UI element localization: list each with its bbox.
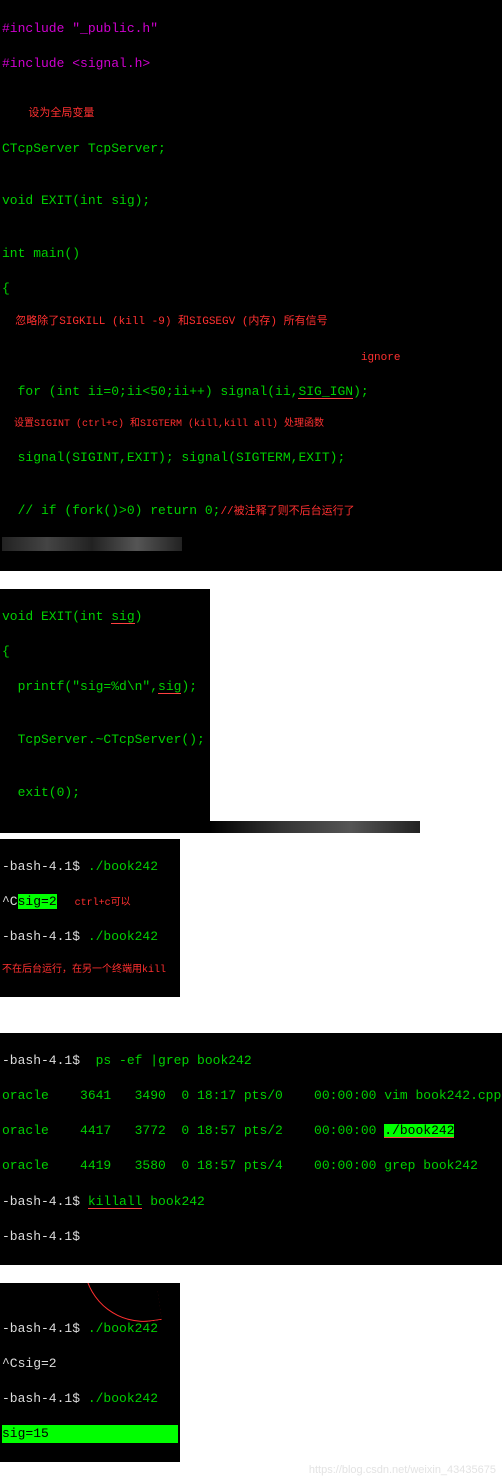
- output-line: ^Csig=2 ctrl+c可以: [2, 893, 178, 911]
- code-line: TcpServer.~CTcpServer();: [2, 731, 208, 749]
- code-frag: // if (fork()>0) return 0;: [2, 503, 220, 518]
- command[interactable]: ./book242: [88, 859, 158, 874]
- underlined: sig: [111, 610, 134, 624]
- underlined: SIG_IGN: [298, 385, 353, 399]
- terminal-pane-5: -bash-4.1$ ./book242 ^Csig=2 -bash-4.1$ …: [0, 1283, 180, 1462]
- code-frag: void EXIT(int: [2, 609, 111, 624]
- gap: [0, 1015, 502, 1033]
- annotation: 不在后台运行，在另一个终端用kill: [2, 964, 178, 978]
- code-line: CTcpServer TcpServer;: [2, 140, 500, 158]
- code-frag: );: [181, 679, 197, 694]
- command[interactable]: ./book242: [88, 1391, 158, 1406]
- annotation: 设为全局变量: [2, 107, 500, 122]
- gap: [0, 1265, 502, 1283]
- highlight: sig=2: [18, 894, 57, 909]
- code-frag: ): [135, 609, 143, 624]
- terminal-pane-4: -bash-4.1$ ps -ef |grep book242 oracle 3…: [0, 1033, 502, 1265]
- highlight: sig=15: [2, 1425, 178, 1443]
- code-line: for (int ii=0;ii<50;ii++) signal(ii,SIG_…: [2, 383, 500, 401]
- annotation: ignore: [361, 352, 401, 364]
- prompt: -bash-4.1$: [2, 1391, 88, 1406]
- output-line: ^Csig=2: [2, 1355, 178, 1373]
- output-line: oracle 3641 3490 0 18:17 pts/0 00:00:00 …: [2, 1087, 500, 1105]
- ps-row: oracle 4419 3580 0 18:57 pts/4 00:00:00: [2, 1158, 384, 1173]
- annotation: ctrl+c可以: [57, 898, 131, 909]
- prompt: -bash-4.1$: [2, 1053, 96, 1068]
- ps-row: oracle 4417 3772 0 18:57 pts/2 00:00:00: [2, 1123, 384, 1138]
- code-line: printf("sig=%d\n",sig);: [2, 678, 208, 696]
- prompt-line: -bash-4.1$ killall book242: [2, 1193, 500, 1211]
- code-frag: for (int ii=0;ii<50;ii++) signal(ii,: [2, 384, 298, 399]
- prompt: -bash-4.1$: [2, 1321, 88, 1336]
- include-line: #include <signal.h>: [2, 55, 500, 73]
- code-line: exit(0);: [2, 784, 208, 802]
- prompt: -bash-4.1$: [2, 859, 88, 874]
- gap: [0, 997, 502, 1015]
- code-frag: );: [353, 384, 369, 399]
- prompt-line: -bash-4.1$ ./book242: [2, 858, 178, 876]
- code-line: signal(SIGINT,EXIT); signal(SIGTERM,EXIT…: [2, 449, 500, 467]
- highlight: ./book242: [384, 1124, 454, 1138]
- output-line: oracle 4417 3772 0 18:57 pts/2 00:00:00 …: [2, 1122, 500, 1140]
- command[interactable]: ./book242: [88, 1321, 158, 1336]
- output: ^C: [2, 894, 18, 909]
- prompt-line: -bash-4.1$ ./book242: [2, 1390, 178, 1408]
- gap: [0, 571, 502, 589]
- code-line: int main(): [2, 245, 500, 263]
- prompt-line: -bash-4.1$ ./book242: [2, 928, 178, 946]
- code-line: {: [2, 280, 500, 298]
- underlined: sig: [158, 680, 181, 694]
- command[interactable]: ./book242: [88, 929, 158, 944]
- code-line: // if (fork()>0) return 0;//被注释了则不后台运行了: [2, 502, 500, 520]
- code-frag: printf("sig=%d\n",: [2, 679, 158, 694]
- code-line: ignore: [2, 348, 500, 366]
- command[interactable]: book242: [142, 1194, 204, 1209]
- annotation: 忽略除了SIGKILL (kill -9) 和SIGSEGV (内存) 所有信号: [2, 315, 500, 330]
- footer: https://blog.csdn.net/weixin_43435675: [0, 1462, 502, 1480]
- watermark: https://blog.csdn.net/weixin_43435675: [309, 1463, 496, 1478]
- ps-row: oracle 3641 3490 0 18:17 pts/0 00:00:00: [2, 1088, 384, 1103]
- prompt: -bash-4.1$: [2, 1194, 88, 1209]
- code-line: void EXIT(int sig): [2, 608, 208, 626]
- code-line: {: [2, 643, 208, 661]
- code-line: void EXIT(int sig);: [2, 192, 500, 210]
- prompt-line: -bash-4.1$ ./book242: [2, 1320, 178, 1338]
- command[interactable]: ps -ef |grep book242: [96, 1053, 252, 1068]
- prompt: -bash-4.1$: [2, 929, 88, 944]
- prompt-line: -bash-4.1$: [2, 1228, 500, 1246]
- code-pane-2: void EXIT(int sig) { printf("sig=%d\n",s…: [0, 589, 210, 821]
- annotation: //被注释了则不后台运行了: [220, 506, 354, 518]
- ps-row-tail: vim book242.cpp: [384, 1088, 501, 1103]
- output-line: oracle 4419 3580 0 18:57 pts/4 00:00:00 …: [2, 1157, 500, 1175]
- prompt-line: -bash-4.1$ ps -ef |grep book242: [2, 1052, 500, 1070]
- blur-strip: [0, 821, 420, 833]
- terminal-pane-3: -bash-4.1$ ./book242 ^Csig=2 ctrl+c可以 -b…: [0, 839, 180, 997]
- command[interactable]: killall: [88, 1195, 143, 1209]
- blur-region: [2, 537, 182, 551]
- code-pane-1: #include "_public.h" #include <signal.h>…: [0, 0, 502, 571]
- ps-row-tail: grep book242: [384, 1158, 478, 1173]
- annotation: 设置SIGINT (ctrl+c) 和SIGTERM (kill,kill al…: [2, 418, 500, 432]
- include-line: #include "_public.h": [2, 20, 500, 38]
